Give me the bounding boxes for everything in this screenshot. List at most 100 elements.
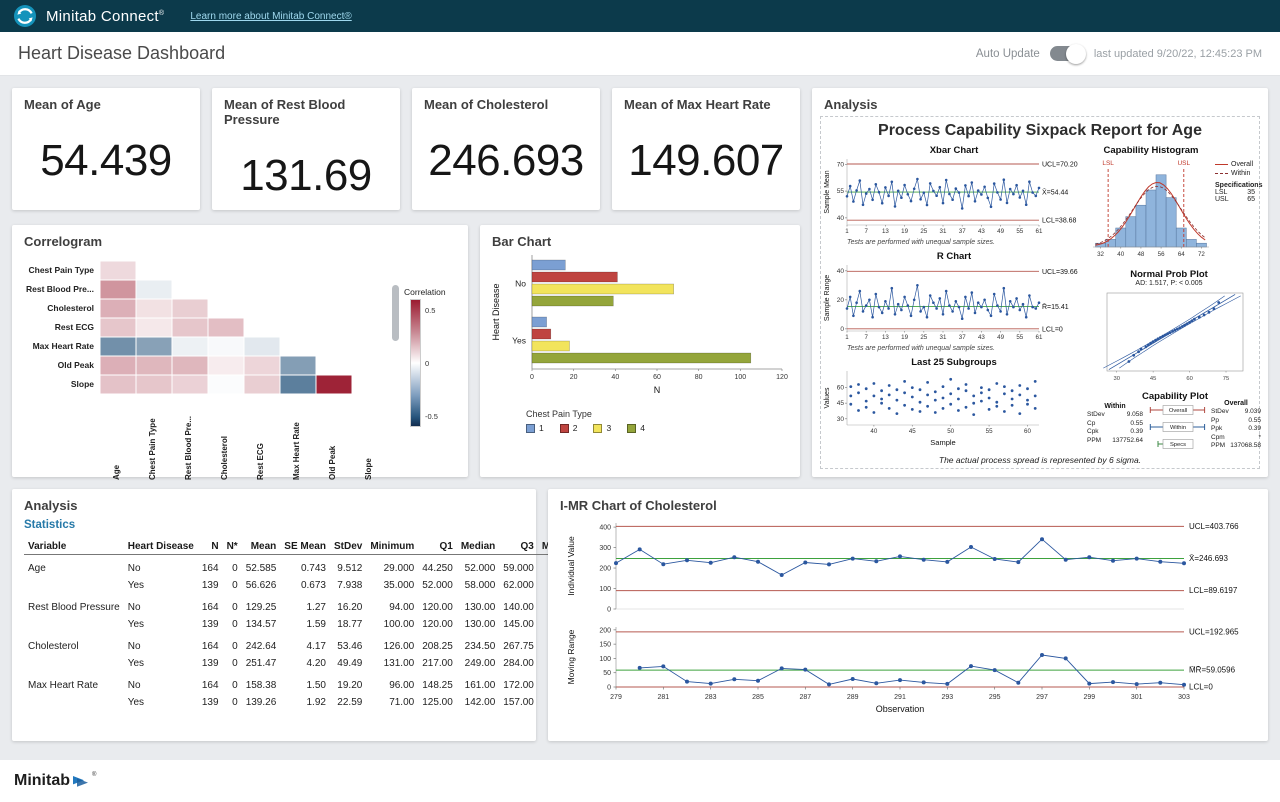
correlogram-row-label: Old Peak xyxy=(12,360,94,370)
minitab-logo-arrow-icon xyxy=(73,775,89,789)
correlogram-cell[interactable] xyxy=(100,318,136,337)
correlogram-cell[interactable] xyxy=(136,318,172,337)
dashboard-header: Heart Disease Dashboard Auto Update last… xyxy=(0,32,1280,76)
scrollbar-thumb[interactable] xyxy=(392,285,399,341)
correlogram-cell[interactable] xyxy=(244,337,280,356)
correlogram-cell[interactable] xyxy=(244,356,280,375)
r-chart: 0204017131925313743495561UCL=39.66R̄=15.… xyxy=(821,261,1087,348)
svg-text:Within: Within xyxy=(1170,425,1186,431)
svg-text:31: 31 xyxy=(940,228,947,235)
svg-text:281: 281 xyxy=(657,694,669,701)
correlogram-cell[interactable] xyxy=(100,261,136,280)
svg-text:283: 283 xyxy=(705,694,717,701)
correlogram-cell[interactable] xyxy=(136,299,172,318)
svg-text:1: 1 xyxy=(845,228,849,235)
lsl-value: 35 xyxy=(1247,189,1255,196)
svg-text:50: 50 xyxy=(947,428,954,435)
svg-text:LCL=38.68: LCL=38.68 xyxy=(1042,218,1077,225)
svg-text:49: 49 xyxy=(997,334,1004,341)
correlogram-cell[interactable] xyxy=(172,375,208,394)
correlogram-cell[interactable] xyxy=(208,375,244,394)
svg-text:60: 60 xyxy=(653,374,661,381)
toggle-knob[interactable] xyxy=(1066,44,1086,64)
svg-text:45: 45 xyxy=(909,428,916,435)
learn-more-link[interactable]: Learn more about Minitab Connect® xyxy=(190,11,351,22)
correlogram-cell[interactable] xyxy=(280,375,316,394)
svg-text:25: 25 xyxy=(920,334,927,341)
minitab-logo[interactable]: Minitab ® xyxy=(14,772,96,790)
correlogram-cell[interactable] xyxy=(100,280,136,299)
correlogram-cell[interactable] xyxy=(136,280,172,299)
svg-text:LCL=0: LCL=0 xyxy=(1189,683,1213,692)
kpi-label: Mean of Age xyxy=(12,88,200,112)
correlogram-cell[interactable] xyxy=(136,356,172,375)
legend-item-cpt-1: 1 xyxy=(526,423,544,433)
kpi-label: Mean of Max Heart Rate xyxy=(612,88,800,112)
top-navigation-bar: Minitab Connect® Learn more about Minita… xyxy=(0,0,1280,32)
correlogram-cell[interactable] xyxy=(208,318,244,337)
svg-text:40: 40 xyxy=(611,374,619,381)
capability-plot: OverallWithinSpecs xyxy=(1145,401,1211,458)
svg-text:Observation: Observation xyxy=(876,704,925,714)
correlogram-cell[interactable] xyxy=(100,337,136,356)
svg-text:20: 20 xyxy=(837,297,845,304)
svg-text:49: 49 xyxy=(997,228,1004,235)
kpi-label: Mean of Rest Blood Pressure xyxy=(212,88,400,127)
capability-within-stats: WithinStDev9.058Cp0.55Cpk0.39PPM137752.6… xyxy=(1087,403,1143,445)
svg-text:UCL=70.20: UCL=70.20 xyxy=(1042,161,1078,168)
svg-text:400: 400 xyxy=(599,525,611,532)
svg-text:61: 61 xyxy=(1036,334,1043,341)
correlogram-cell[interactable] xyxy=(316,375,352,394)
colorbar-title: Correlation xyxy=(404,287,446,297)
last25-chart: 3045604045505560SampleValues xyxy=(821,367,1087,460)
colorbar-tick: 0.5 xyxy=(425,306,435,315)
svg-text:LSL: LSL xyxy=(1102,160,1114,167)
svg-text:LCL=0: LCL=0 xyxy=(1042,326,1063,333)
svg-text:40: 40 xyxy=(1117,251,1124,258)
svg-text:150: 150 xyxy=(599,642,611,649)
minitab-connect-logo-icon[interactable] xyxy=(14,5,36,27)
svg-text:40: 40 xyxy=(837,268,845,275)
correlogram-cell[interactable] xyxy=(100,299,136,318)
svg-text:Overall: Overall xyxy=(1169,408,1187,414)
correlogram-cell[interactable] xyxy=(172,299,208,318)
correlogram-cell[interactable] xyxy=(100,356,136,375)
correlogram-cell[interactable] xyxy=(136,337,172,356)
svg-text:30: 30 xyxy=(1113,376,1119,382)
svg-text:Values: Values xyxy=(824,387,831,408)
svg-text:300: 300 xyxy=(599,545,611,552)
footer-registered-mark: ® xyxy=(92,772,96,778)
correlogram-column-label: Age xyxy=(112,402,121,480)
correlogram-cell[interactable] xyxy=(244,375,280,394)
svg-text:Individual Value: Individual Value xyxy=(566,536,576,596)
correlogram-cell[interactable] xyxy=(172,318,208,337)
correlogram-cell[interactable] xyxy=(172,337,208,356)
correlogram-cell[interactable] xyxy=(208,356,244,375)
imr-chart: 0100200300400UCL=403.766X̄=246.693LCL=89… xyxy=(554,515,1262,720)
svg-text:43: 43 xyxy=(978,334,985,341)
correlogram-panel: Correlogram Chest Pain TypeRest Blood Pr… xyxy=(12,225,468,477)
last-updated-text: last updated 9/20/22, 12:45:23 PM xyxy=(1094,48,1262,60)
correlogram-cell[interactable] xyxy=(136,375,172,394)
statistics-link[interactable]: Statistics xyxy=(24,519,75,531)
statistics-table: VariableHeart DiseaseNN*MeanSE MeanStDev… xyxy=(24,539,526,711)
correlogram-cell[interactable] xyxy=(172,356,208,375)
r-chart-note: Tests are performed with unequal sample … xyxy=(847,345,995,352)
auto-update-label: Auto Update xyxy=(976,48,1040,60)
correlogram-cell[interactable] xyxy=(100,375,136,394)
correlogram-row-label: Rest ECG xyxy=(12,322,94,332)
dashboard-canvas: Mean of Age 54.439 Mean of Rest Blood Pr… xyxy=(0,76,1280,760)
correlogram-row-label: Max Heart Rate xyxy=(12,341,94,351)
svg-text:55: 55 xyxy=(837,188,845,195)
panel-title: Analysis xyxy=(12,489,536,513)
svg-text:Sample Mean: Sample Mean xyxy=(824,170,831,213)
svg-text:293: 293 xyxy=(941,694,953,701)
auto-update-toggle[interactable] xyxy=(1050,46,1084,61)
brand-name: Minitab Connect® xyxy=(46,8,164,25)
lsl-label: LSL xyxy=(1215,189,1227,196)
svg-text:285: 285 xyxy=(752,694,764,701)
correlogram-cell[interactable] xyxy=(208,337,244,356)
svg-text:M̄R̄=59.0596: M̄R̄=59.0596 xyxy=(1189,666,1236,675)
kpi-card-mean-cholesterol: Mean of Cholesterol 246.693 xyxy=(412,88,600,210)
correlogram-cell[interactable] xyxy=(280,356,316,375)
